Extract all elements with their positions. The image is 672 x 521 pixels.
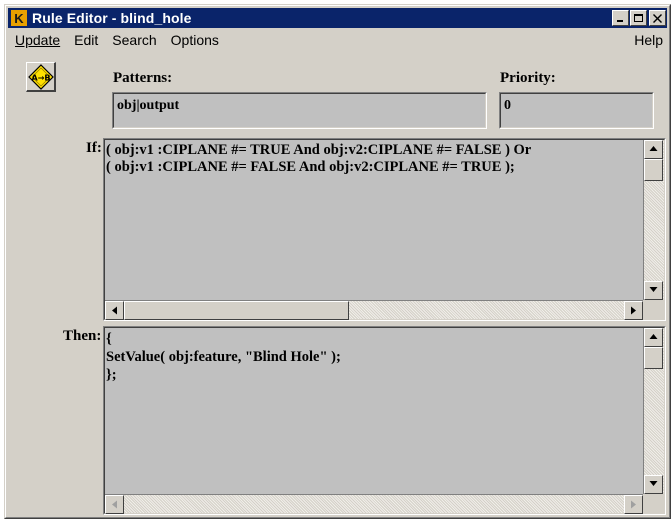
if-scroll-corner: [643, 300, 664, 319]
if-editor[interactable]: ( obj:v1 :CIPLANE #= TRUE And obj:v2:CIP…: [103, 138, 666, 321]
menu-options[interactable]: Options: [164, 32, 226, 48]
then-editor[interactable]: { SetValue( obj:feature, "Blind Hole" );}…: [103, 326, 666, 515]
arrow-left-icon: [112, 306, 117, 315]
svg-text:A→B: A→B: [32, 74, 51, 83]
maximize-button[interactable]: [630, 10, 647, 26]
then-vertical-scrollbar[interactable]: [643, 328, 664, 494]
minimize-button[interactable]: [612, 10, 629, 26]
menu-update[interactable]: Update: [8, 32, 67, 48]
if-line-1: ( obj:v1 :CIPLANE #= TRUE And obj:v2:CIP…: [106, 142, 532, 158]
close-icon: [653, 14, 662, 23]
if-scroll-left-button[interactable]: [105, 301, 124, 320]
arrow-right-icon: [631, 306, 636, 315]
app-k-icon[interactable]: K: [11, 10, 27, 26]
if-vertical-thumb[interactable]: [644, 159, 663, 181]
maximize-icon: [634, 14, 643, 22]
menu-options-label: Options: [170, 32, 219, 48]
menu-search-label: Search: [112, 32, 157, 48]
priority-field[interactable]: 0: [499, 92, 654, 129]
then-code: { SetValue( obj:feature, "Blind Hole" );}…: [106, 330, 661, 384]
if-horizontal-scrollbar[interactable]: [105, 300, 643, 320]
if-horizontal-thumb[interactable]: [124, 301, 349, 320]
menu-edit[interactable]: Edit: [67, 32, 105, 48]
menu-help[interactable]: Help: [627, 32, 667, 48]
then-line-1: {: [106, 331, 112, 347]
menu-update-label: Update: [15, 32, 61, 48]
if-code: ( obj:v1 :CIPLANE #= TRUE And obj:v2:CIP…: [106, 142, 661, 176]
patterns-label: Patterns:: [113, 70, 173, 86]
arrow-down-icon: [649, 481, 658, 486]
then-label: Then:: [63, 328, 102, 344]
a-implies-b-icon: A→B: [28, 64, 54, 90]
then-scroll-corner: [643, 494, 664, 513]
then-line-3: };: [106, 367, 117, 383]
if-scroll-down-button[interactable]: [644, 281, 663, 300]
rule-editor-window: K Rule Editor - blind_hole Update Edit S…: [4, 4, 671, 519]
window-controls: [611, 10, 666, 26]
rule-type-button[interactable]: A→B: [26, 62, 56, 92]
menu-search[interactable]: Search: [105, 32, 163, 48]
title-bar[interactable]: K Rule Editor - blind_hole: [8, 8, 667, 28]
arrow-up-icon: [649, 146, 658, 151]
then-line-2: SetValue( obj:feature, "Blind Hole" );: [106, 349, 341, 365]
if-scroll-right-button[interactable]: [624, 301, 643, 320]
then-scroll-up-button[interactable]: [644, 328, 663, 347]
if-line-2: ( obj:v1 :CIPLANE #= FALSE And obj:v2:CI…: [106, 159, 515, 175]
arrow-up-icon: [649, 334, 658, 339]
priority-field-inner: [500, 93, 653, 128]
if-scroll-up-button[interactable]: [644, 140, 663, 159]
menu-help-label: Help: [634, 32, 663, 48]
priority-value: 0: [504, 98, 511, 113]
if-vertical-scrollbar[interactable]: [643, 140, 664, 300]
arrow-left-icon: [112, 500, 117, 509]
window-frame: K Rule Editor - blind_hole Update Edit S…: [5, 5, 670, 518]
then-scroll-down-button[interactable]: [644, 475, 663, 494]
then-horizontal-scrollbar: [105, 494, 643, 514]
patterns-value: obj|output: [117, 98, 180, 113]
arrow-right-icon: [631, 500, 636, 509]
menu-bar: Update Edit Search Options Help: [8, 30, 667, 50]
then-vertical-thumb[interactable]: [644, 347, 663, 369]
window-title: Rule Editor - blind_hole: [32, 10, 192, 26]
priority-label: Priority:: [500, 70, 556, 86]
close-button[interactable]: [649, 10, 666, 26]
then-scroll-right-button: [624, 495, 643, 514]
then-scroll-left-button: [105, 495, 124, 514]
arrow-down-icon: [649, 287, 658, 292]
minimize-icon: [617, 20, 623, 22]
menu-edit-label: Edit: [74, 32, 99, 48]
if-label: If:: [86, 140, 102, 156]
patterns-field[interactable]: obj|output: [112, 92, 487, 129]
